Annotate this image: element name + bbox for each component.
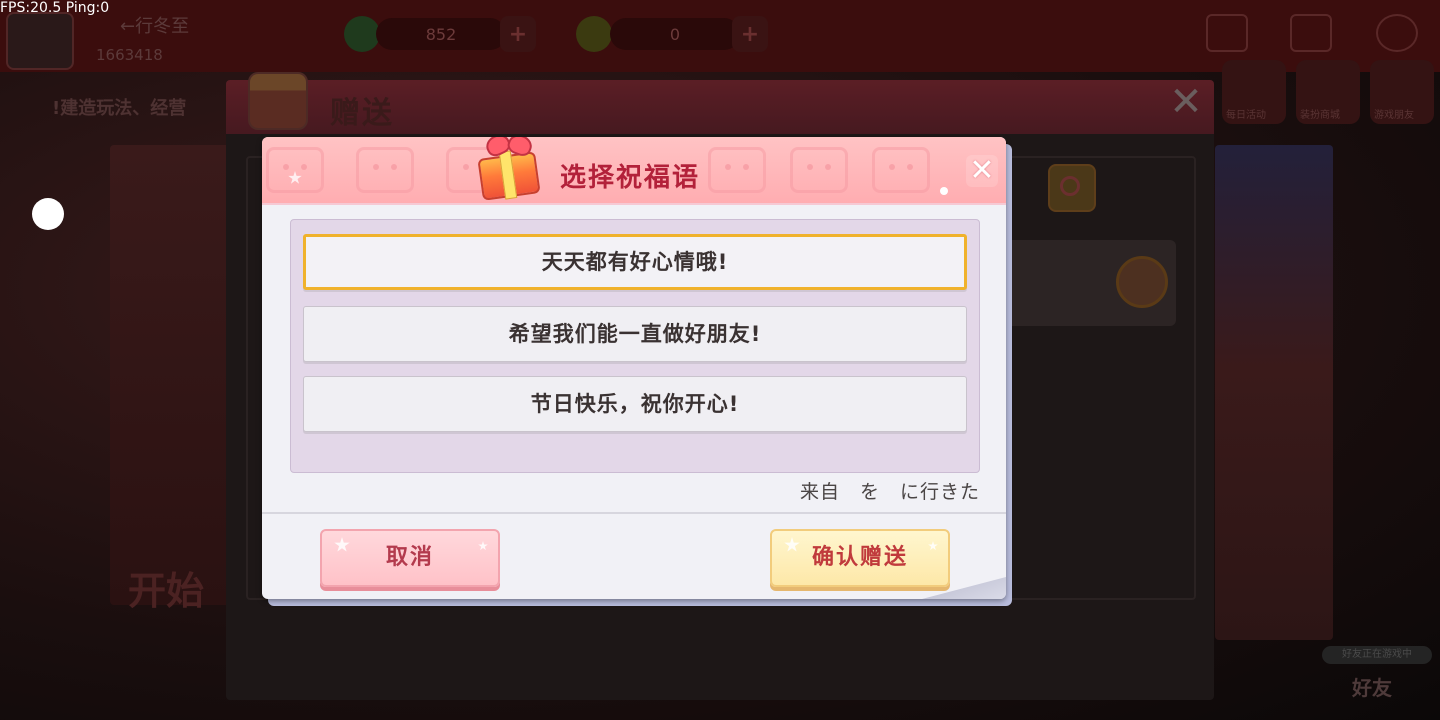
panda-deco-icon (266, 147, 324, 193)
notice-text: !建造玩法、经营 (52, 98, 187, 119)
friends-button[interactable]: 好友 (1352, 672, 1392, 701)
blessing-option-1[interactable]: 天天都有好心情哦! (303, 234, 967, 290)
game-screen: FPS:20.5 Ping:0 ←行冬至 1663418 852 + 0 + !… (0, 0, 1440, 720)
blessing-dialog: 选择祝福语 ✕ 天天都有好心情哦! 希望我们能一直做好朋友! 节日快乐，祝你开心… (262, 137, 1006, 599)
fps-counter: FPS:20.5 Ping:0 (0, 0, 110, 16)
dress-shop-label: 装扮商城 (1300, 110, 1340, 121)
cancel-button[interactable]: 取消 (320, 529, 500, 587)
currency-b-value: 0 (610, 18, 740, 50)
dialog-header: 选择祝福语 ✕ (262, 137, 1006, 205)
blessing-option-list: 天天都有好心情哦! 希望我们能一直做好朋友! 节日快乐，祝你开心! (290, 219, 980, 473)
gift-panel-title: 赠送 (330, 96, 394, 131)
star-deco-icon (784, 537, 800, 552)
blessing-option-2[interactable]: 希望我们能一直做好朋友! (303, 306, 967, 362)
close-icon[interactable]: ✕ (966, 155, 998, 187)
blessing-option-3[interactable]: 节日快乐，祝你开心! (303, 376, 967, 432)
dialog-title: 选择祝福语 (560, 163, 701, 193)
gem-icon (344, 16, 380, 52)
player-id: 1663418 (96, 46, 163, 64)
footer-divider (262, 512, 1006, 514)
dot-deco-icon (940, 187, 948, 195)
confirm-gift-button[interactable]: 确认赠送 (770, 529, 950, 587)
settings-gear-icon[interactable] (1376, 14, 1418, 52)
block-face-deco-icon (872, 147, 930, 193)
confirm-gift-button-label: 确认赠送 (811, 545, 908, 570)
start-label: 开始 (128, 569, 205, 613)
friend-playing-tag: 好友正在游戏中 (1322, 646, 1432, 664)
add-currency-a-button[interactable]: + (500, 16, 536, 52)
star-deco-icon (928, 541, 938, 551)
gift-icon (248, 72, 308, 130)
background-artwork-right (1215, 145, 1333, 640)
game-friends-label: 游戏朋友 (1374, 110, 1414, 121)
cancel-button-label: 取消 (385, 545, 434, 570)
player-name: ←行冬至 (120, 16, 190, 37)
star-deco-icon (334, 537, 350, 552)
block-face-deco-icon (356, 147, 414, 193)
add-currency-b-button[interactable]: + (732, 16, 768, 52)
close-icon[interactable]: ✕ (1166, 82, 1206, 122)
mail-icon[interactable] (1290, 14, 1332, 52)
gift-box-icon[interactable] (1206, 14, 1248, 52)
gift-box-icon (476, 137, 542, 201)
currency-a-value: 852 (376, 18, 506, 50)
cake-deco-icon (708, 147, 766, 193)
star-deco-icon (478, 541, 488, 551)
panda-deco-icon (790, 147, 848, 193)
player-avatar[interactable] (6, 12, 74, 70)
floating-assistive-button[interactable] (32, 198, 64, 230)
daily-activity-label: 每日活动 (1226, 110, 1266, 121)
coin-icon (576, 16, 612, 52)
sender-line: 来自 を に行きた (799, 481, 980, 503)
search-icon (1060, 176, 1080, 196)
envelope-icon[interactable] (1116, 256, 1168, 308)
